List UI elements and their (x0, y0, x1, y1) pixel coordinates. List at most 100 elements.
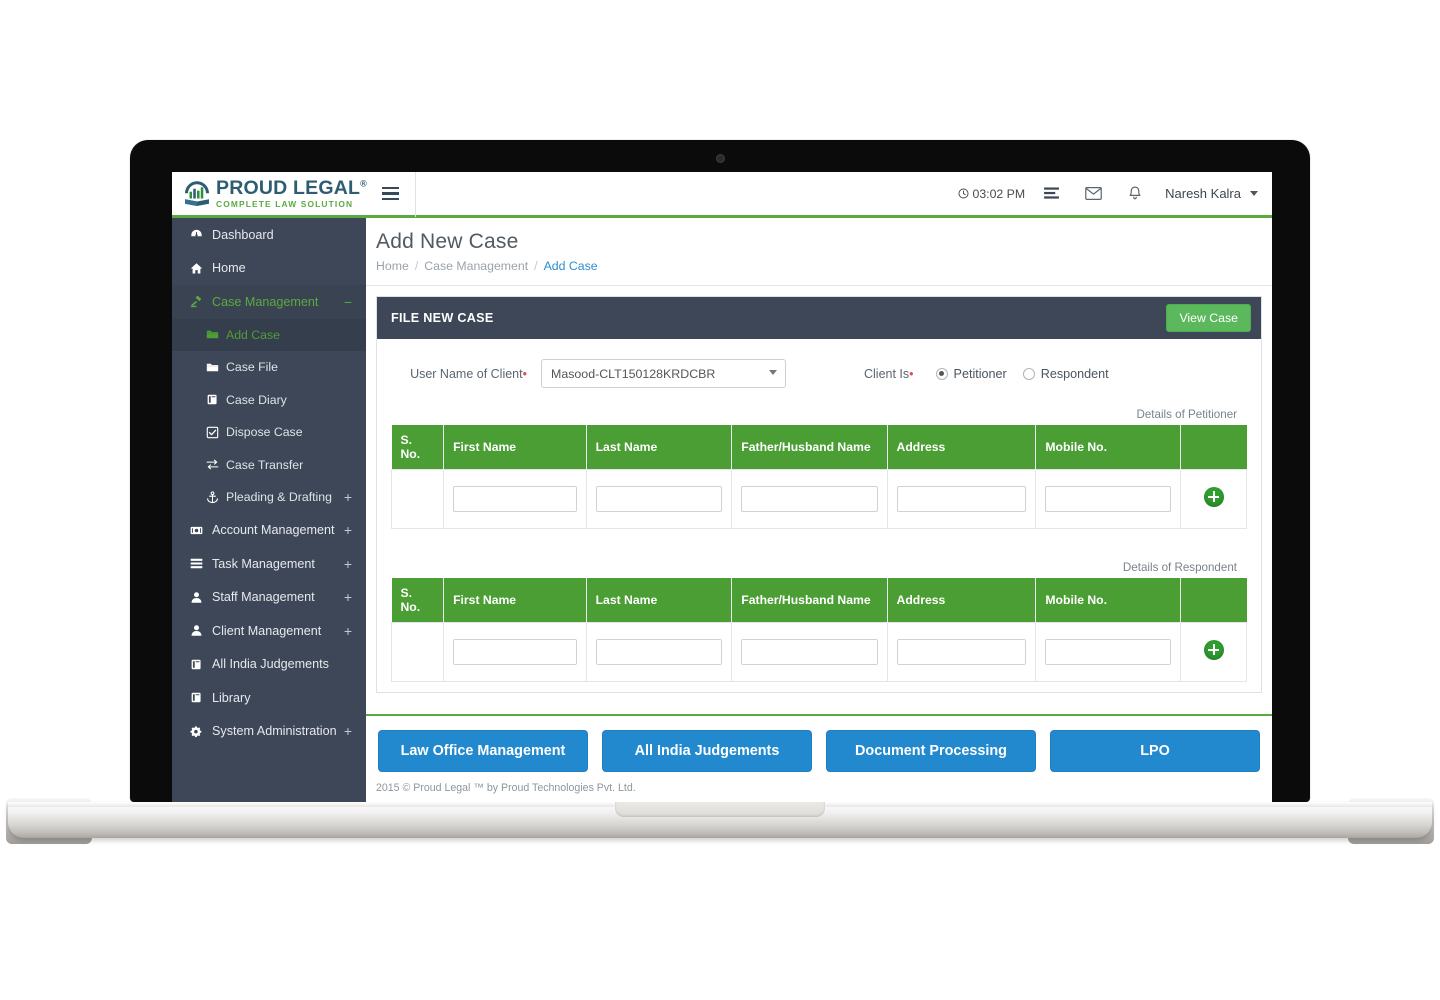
envelope-glyph-icon (1085, 187, 1102, 200)
anchor-icon (207, 491, 218, 503)
table-column-header: Last Name (586, 425, 733, 470)
scrollable-form-area[interactable]: FILE NEW CASE View Case User Name of Cli… (366, 286, 1272, 716)
current-time: 03:02 PM (972, 186, 1026, 201)
sidebar-item-label: Pleading & Drafting (226, 490, 332, 505)
user-icon (190, 591, 212, 604)
bottom-button-all-india-judgements[interactable]: All India Judgements (602, 730, 812, 772)
tasks-icon[interactable] (1031, 172, 1072, 217)
user-icon (191, 625, 202, 636)
sidebar-item-case-diary[interactable]: Case Diary (172, 384, 366, 417)
bottom-button-law-office-management[interactable]: Law Office Management (378, 730, 588, 772)
file-new-case-panel: FILE NEW CASE View Case User Name of Cli… (376, 296, 1262, 693)
table-column-header: S. No. (391, 578, 445, 623)
table-column-header (1180, 578, 1247, 623)
sidebar-item-label: Add Case (226, 327, 281, 342)
client-is-group: Client Is• Petitioner Respondent (864, 367, 1125, 381)
breadcrumb-link-home[interactable]: Home (376, 259, 409, 273)
sidebar-item-library[interactable]: Library (172, 681, 366, 715)
first-name-input[interactable] (453, 486, 577, 512)
sidebar-item-case-transfer[interactable]: Case Transfer (172, 449, 366, 482)
sidebar-expand-toggle[interactable]: + (344, 590, 352, 604)
last-name-input[interactable] (595, 639, 723, 665)
radio-respondent[interactable]: Respondent (1022, 367, 1109, 381)
address-input[interactable] (896, 639, 1027, 665)
father-husband-name-input[interactable] (741, 486, 878, 512)
home-icon (190, 262, 212, 275)
sidebar-item-case-file[interactable]: Case File (172, 351, 366, 384)
father-husband-name-input[interactable] (741, 639, 878, 665)
cogs-icon (190, 726, 202, 737)
brand-logo[interactable]: PROUD LEGAL® COMPLETE LAW SOLUTION (172, 172, 367, 217)
radio-petitioner[interactable]: Petitioner (935, 367, 1007, 381)
home-icon (190, 263, 203, 274)
mail-icon[interactable] (1072, 172, 1115, 217)
client-select-value: Masood-CLT150128KRDCBR (551, 366, 716, 381)
bottom-button-document-processing[interactable]: Document Processing (826, 730, 1036, 772)
sidebar-item-home[interactable]: Home (172, 252, 366, 286)
sidebar-item-add-case[interactable]: Add Case (172, 318, 366, 351)
exchange-icon (206, 459, 219, 470)
sidebar-expand-toggle[interactable]: + (344, 557, 352, 571)
table-column-header: First Name (443, 425, 587, 470)
sidebar-item-dispose-case[interactable]: Dispose Case (172, 416, 366, 449)
mobile-no-input[interactable] (1045, 639, 1172, 665)
breadcrumb-link-case-management[interactable]: Case Management (424, 259, 528, 273)
address-input[interactable] (896, 486, 1027, 512)
cell-first-name (443, 469, 587, 529)
add-row-icon[interactable] (1203, 639, 1224, 660)
add-row-icon[interactable] (1203, 486, 1224, 507)
notifications-icon[interactable] (1115, 172, 1155, 217)
cell-mobile-no (1035, 469, 1182, 529)
user-menu[interactable]: Naresh Kalra (1155, 186, 1245, 201)
bell-glyph-icon (1129, 186, 1141, 200)
anchor-icon (206, 491, 226, 504)
sidebar-item-system-administration[interactable]: System Administration + (172, 715, 366, 749)
cell-father-husband-name (731, 622, 888, 682)
tasks-glyph-icon (1044, 187, 1060, 199)
first-name-input[interactable] (453, 639, 577, 665)
cell-address (886, 622, 1037, 682)
sidebar-expand-toggle[interactable]: + (344, 624, 352, 638)
view-case-button[interactable]: View Case (1166, 304, 1251, 332)
client-select-wrapper[interactable]: Masood-CLT150128KRDCBR (541, 359, 786, 388)
table-caption: Details of Respondent (1122, 561, 1237, 574)
user-name-label: Naresh Kalra (1165, 186, 1241, 201)
sidebar-item-case-management[interactable]: Case Management − (172, 285, 366, 319)
sidebar-item-account-management[interactable]: Account Management + (172, 514, 366, 548)
folder-icon (206, 361, 226, 374)
book-icon (190, 691, 212, 704)
panel-title: FILE NEW CASE (391, 311, 494, 325)
client-select[interactable]: Masood-CLT150128KRDCBR (541, 359, 786, 388)
sidebar-item-dashboard[interactable]: Dashboard (172, 218, 366, 252)
bottom-button-lpo[interactable]: LPO (1050, 730, 1260, 772)
last-name-input[interactable] (595, 486, 723, 512)
topbar-right-cluster: 03:02 PM Naresh Kalra (958, 172, 1272, 217)
sidebar-expand-toggle[interactable]: + (344, 724, 352, 738)
sidebar-item-all-india-judgements[interactable]: All India Judgements (172, 648, 366, 682)
table-column-header: Address (887, 425, 1037, 470)
cell-last-name (585, 622, 733, 682)
sidebar-expand-toggle[interactable]: − (344, 295, 352, 309)
money-icon (190, 526, 203, 534)
cell-first-name (443, 622, 587, 682)
screenshot-stage: PROUD LEGAL® COMPLETE LAW SOLUTION 03:02… (0, 0, 1440, 1000)
breadcrumb: Home / Case Management / Add Case (376, 259, 1252, 273)
client-name-label-text: User Name of Client (410, 366, 523, 381)
sidebar-expand-toggle[interactable]: + (344, 490, 352, 504)
select-chevron-down-icon[interactable] (769, 370, 777, 375)
book-icon (190, 658, 212, 671)
sidebar-expand-toggle[interactable]: + (344, 523, 352, 537)
sidebar-item-label: Account Management (212, 523, 335, 538)
sidebar-item-client-management[interactable]: Client Management + (172, 614, 366, 648)
sidebar-item-task-management[interactable]: Task Management + (172, 547, 366, 581)
breadcrumb-link-add-case[interactable]: Add Case (544, 259, 598, 273)
sidebar-item-staff-management[interactable]: Staff Management + (172, 581, 366, 615)
chevron-down-icon[interactable] (1250, 191, 1258, 196)
hamburger-icon[interactable] (366, 172, 416, 217)
webcam-icon (715, 154, 725, 163)
sidebar-item-pleading-drafting[interactable]: Pleading & Drafting + (172, 481, 366, 514)
cell-mobile-no (1035, 622, 1182, 682)
checkbox-icon (206, 426, 219, 439)
mobile-no-input[interactable] (1045, 486, 1172, 512)
